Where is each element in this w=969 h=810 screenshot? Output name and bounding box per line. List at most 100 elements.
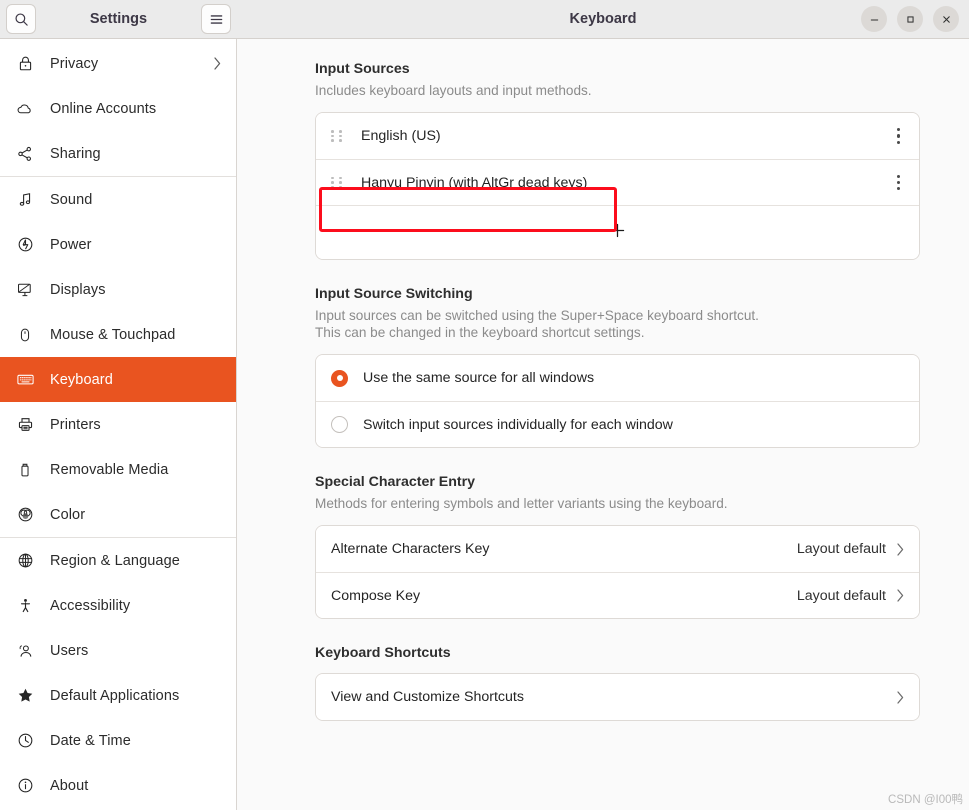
compose-key-row[interactable]: Compose Key Layout default	[316, 572, 919, 619]
sidebar-item-label: Date & Time	[50, 732, 131, 749]
search-button[interactable]	[6, 4, 36, 34]
sidebar-item-about[interactable]: About	[0, 763, 236, 808]
power-icon	[14, 236, 36, 253]
alternate-characters-key-label: Alternate Characters Key	[331, 541, 490, 558]
page-title: Keyboard	[569, 11, 637, 27]
sidebar-item-label: Region & Language	[50, 552, 180, 569]
sidebar-item-label: Mouse & Touchpad	[50, 326, 176, 343]
globe-icon	[14, 552, 36, 569]
sidebar-item-label: Online Accounts	[50, 100, 157, 117]
sidebar-item-users[interactable]: Users	[0, 628, 236, 673]
switching-option-label: Use the same source for all windows	[363, 370, 595, 387]
input-source-options-icon[interactable]	[892, 122, 905, 150]
view-customize-shortcuts-label: View and Customize Shortcuts	[331, 689, 524, 706]
input-sources-card: English (US) Hanyu Pinyin (with AltGr de…	[315, 112, 920, 261]
input-source-row[interactable]: English (US)	[316, 113, 919, 160]
minimize-icon	[869, 14, 880, 25]
sidebar-item-printers[interactable]: Printers	[0, 402, 236, 447]
settings-window: Settings Keyboard Privacy Online Account…	[0, 0, 969, 810]
watermark: CSDN @I00鸭	[888, 794, 963, 806]
compose-key-label: Compose Key	[331, 587, 421, 604]
sidebar-item-label: Color	[50, 506, 86, 523]
chevron-right-icon	[213, 56, 222, 71]
special-character-entry-description: Methods for entering symbols and letter …	[315, 496, 728, 512]
special-character-entry-title: Special Character Entry	[315, 474, 476, 491]
input-source-switching-section: Input Source Switching Input sources can…	[315, 286, 920, 449]
sidebar-item-label: Displays	[50, 281, 106, 298]
mouse-icon	[14, 327, 36, 343]
alternate-characters-key-value: Layout default	[796, 541, 886, 558]
sidebar-item-label: Accessibility	[50, 597, 131, 614]
switching-option-per-window[interactable]: Switch input sources individually for ea…	[316, 401, 919, 448]
star-icon	[14, 687, 36, 704]
sidebar-item-privacy[interactable]: Privacy	[0, 41, 236, 86]
input-sources-description: Includes keyboard layouts and input meth…	[315, 83, 592, 98]
printer-icon	[14, 416, 36, 433]
sidebar-item-sharing[interactable]: Sharing	[0, 131, 236, 176]
sidebar-item-color[interactable]: Color	[0, 492, 236, 537]
add-input-source-button[interactable]	[316, 205, 919, 260]
radio-unselected-icon[interactable]	[331, 416, 348, 434]
chevron-right-icon	[896, 542, 905, 557]
sidebar-item-label: Printers	[50, 416, 101, 433]
search-icon	[14, 12, 29, 27]
share-icon	[14, 145, 36, 163]
accessibility-icon	[14, 597, 36, 614]
sidebar-item-label: Privacy	[50, 55, 99, 72]
usb-drive-icon	[14, 462, 36, 478]
music-note-icon	[14, 191, 36, 208]
input-sources-section: Input Sources Includes keyboard layouts …	[315, 61, 920, 261]
special-character-entry-card: Alternate Characters Key Layout default …	[315, 525, 920, 620]
sidebar-item-displays[interactable]: Displays	[0, 267, 236, 312]
sidebar-item-mouse-touchpad[interactable]: Mouse & Touchpad	[0, 312, 236, 357]
sidebar-item-region-language[interactable]: Region & Language	[0, 538, 236, 583]
info-icon	[14, 777, 36, 794]
switching-option-same-source[interactable]: Use the same source for all windows	[316, 355, 919, 402]
keyboard-settings-panel: Input Sources Includes keyboard layouts …	[237, 39, 969, 810]
sidebar-item-label: Power	[50, 236, 92, 253]
minimize-button[interactable]	[861, 6, 887, 32]
sidebar-item-label: Sound	[50, 191, 93, 208]
clock-icon	[14, 732, 36, 749]
window-controls	[861, 0, 959, 38]
sidebar-item-online-accounts[interactable]: Online Accounts	[0, 86, 236, 131]
window-body: Privacy Online Accounts Sharing Sound Power D…	[0, 39, 969, 810]
sidebar-item-label: Removable Media	[50, 461, 169, 478]
sidebar-item-label: Users	[50, 642, 89, 659]
sidebar-item-accessibility[interactable]: Accessibility	[0, 583, 236, 628]
input-source-row[interactable]: Hanyu Pinyin (with AltGr dead keys)	[316, 159, 919, 206]
sidebar-item-label: Keyboard	[50, 371, 113, 388]
input-source-switching-description-2: This can be changed in the keyboard shor…	[315, 325, 645, 341]
sidebar-item-power[interactable]: Power	[0, 222, 236, 267]
radio-selected-icon[interactable]	[331, 369, 348, 387]
close-button[interactable]	[933, 6, 959, 32]
view-customize-shortcuts-row[interactable]: View and Customize Shortcuts	[316, 674, 919, 721]
alternate-characters-key-row[interactable]: Alternate Characters Key Layout default	[316, 526, 919, 573]
drag-handle-icon[interactable]	[331, 130, 343, 142]
switching-option-label: Switch input sources individually for ea…	[363, 416, 673, 433]
maximize-button[interactable]	[897, 6, 923, 32]
special-character-entry-section: Special Character Entry Methods for ente…	[315, 474, 920, 620]
sidebar-item-removable-media[interactable]: Removable Media	[0, 447, 236, 492]
lock-icon	[14, 55, 36, 72]
sidebar-item-default-applications[interactable]: Default Applications	[0, 673, 236, 718]
sidebar-item-label: About	[50, 777, 89, 794]
close-icon	[941, 14, 952, 25]
chevron-right-icon	[896, 588, 905, 603]
keyboard-icon	[14, 370, 36, 389]
keyboard-shortcuts-title: Keyboard Shortcuts	[315, 645, 451, 662]
sidebar-item-label: Default Applications	[50, 687, 180, 704]
sidebar-item-sound[interactable]: Sound	[0, 177, 236, 222]
input-source-label: English (US)	[361, 128, 441, 145]
main-menu-button[interactable]	[201, 4, 231, 34]
cloud-icon	[14, 100, 36, 118]
sidebar-item-date-time[interactable]: Date & Time	[0, 718, 236, 763]
drag-handle-icon[interactable]	[331, 176, 343, 189]
sidebar-item-keyboard[interactable]: Keyboard	[0, 357, 236, 402]
input-source-options-icon[interactable]	[892, 169, 905, 197]
color-wheel-icon	[14, 506, 36, 523]
keyboard-shortcuts-card: View and Customize Shortcuts	[315, 673, 920, 722]
input-sources-title: Input Sources	[315, 61, 410, 77]
chevron-right-icon	[896, 690, 905, 705]
compose-key-value: Layout default	[796, 587, 886, 604]
